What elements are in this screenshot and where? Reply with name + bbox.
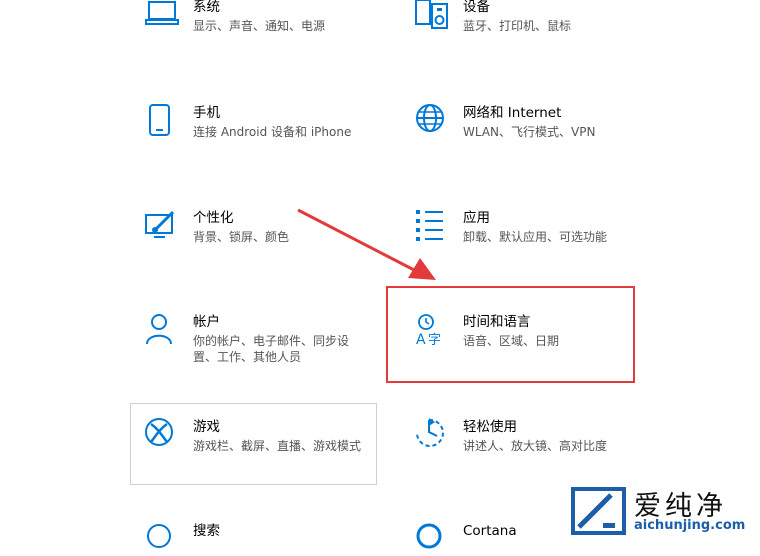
apps-list-icon <box>415 209 449 243</box>
tile-ease-of-access[interactable]: 轻松使用 讲述人、放大镜、高对比度 <box>415 418 635 458</box>
tile-cortana-title: Cortana <box>463 523 517 539</box>
tile-devices-title: 设备 <box>463 0 490 15</box>
tile-apps-title: 应用 <box>463 210 490 226</box>
tile-apps[interactable]: 应用 卸载、默认应用、可选功能 <box>415 209 635 249</box>
tile-accounts[interactable]: 帐户 你的帐户、电子邮件、同步设 置、工作、其他人员 <box>145 313 365 369</box>
watermark: 爱纯净 aichunjing.com <box>568 484 758 538</box>
tile-personalization-desc: 背景、锁屏、颜色 <box>193 230 290 244</box>
tile-accounts-title: 帐户 <box>193 314 220 330</box>
tile-network-title: 网络和 Internet <box>463 105 562 121</box>
tile-system-title: 系统 <box>193 0 220 15</box>
tile-network[interactable]: 网络和 Internet WLAN、飞行模式、VPN <box>415 104 635 144</box>
cortana-icon <box>415 522 449 556</box>
tile-phone-desc: 连接 Android 设备和 iPhone <box>193 125 352 139</box>
tile-time-language-desc: 语音、区域、日期 <box>463 334 560 348</box>
personalization-icon <box>145 209 179 243</box>
tile-devices-desc: 蓝牙、打印机、鼠标 <box>463 19 572 33</box>
globe-icon <box>415 104 449 138</box>
time-language-icon: A字 <box>415 313 449 347</box>
tile-ease-of-access-title: 轻松使用 <box>463 419 517 435</box>
phone-icon <box>145 104 179 138</box>
tile-apps-desc: 卸载、默认应用、可选功能 <box>463 230 608 244</box>
tile-system-desc: 显示、声音、通知、电源 <box>193 19 326 33</box>
tile-personalization-title: 个性化 <box>193 210 234 226</box>
tile-accounts-desc-line1: 你的帐户、电子邮件、同步设 <box>193 334 350 348</box>
tile-time-language[interactable]: A字 时间和语言 语音、区域、日期 <box>415 313 625 353</box>
person-icon <box>145 313 179 347</box>
tile-gaming-desc: 游戏栏、截屏、直播、游戏模式 <box>193 439 362 453</box>
tile-phone[interactable]: 手机 连接 Android 设备和 iPhone <box>145 104 375 144</box>
tile-network-desc: WLAN、飞行模式、VPN <box>463 125 596 139</box>
tile-phone-title: 手机 <box>193 105 220 121</box>
svg-text:A: A <box>416 332 426 347</box>
tile-accounts-desc-line2: 置、工作、其他人员 <box>193 350 302 364</box>
watermark-url: aichunjing.com <box>634 518 746 533</box>
tile-time-language-title: 时间和语言 <box>463 314 531 330</box>
tile-personalization[interactable]: 个性化 背景、锁屏、颜色 <box>145 209 365 249</box>
laptop-icon <box>145 0 179 32</box>
devices-icon <box>415 0 449 32</box>
watermark-logo-icon <box>571 487 626 535</box>
ease-of-access-icon <box>415 418 449 452</box>
tile-gaming[interactable]: 游戏 游戏栏、截屏、直播、游戏模式 <box>145 418 370 458</box>
tile-gaming-title: 游戏 <box>193 419 220 435</box>
tile-ease-of-access-desc: 讲述人、放大镜、高对比度 <box>463 439 608 453</box>
svg-text:字: 字 <box>428 333 441 347</box>
tile-search-title: 搜索 <box>193 523 220 539</box>
tile-system[interactable]: 系统 显示、声音、通知、电源 <box>145 0 365 38</box>
search-icon <box>145 522 179 556</box>
tile-search[interactable]: 搜索 <box>145 522 365 548</box>
tile-devices[interactable]: 设备 蓝牙、打印机、鼠标 <box>415 0 635 38</box>
xbox-icon <box>145 418 179 452</box>
